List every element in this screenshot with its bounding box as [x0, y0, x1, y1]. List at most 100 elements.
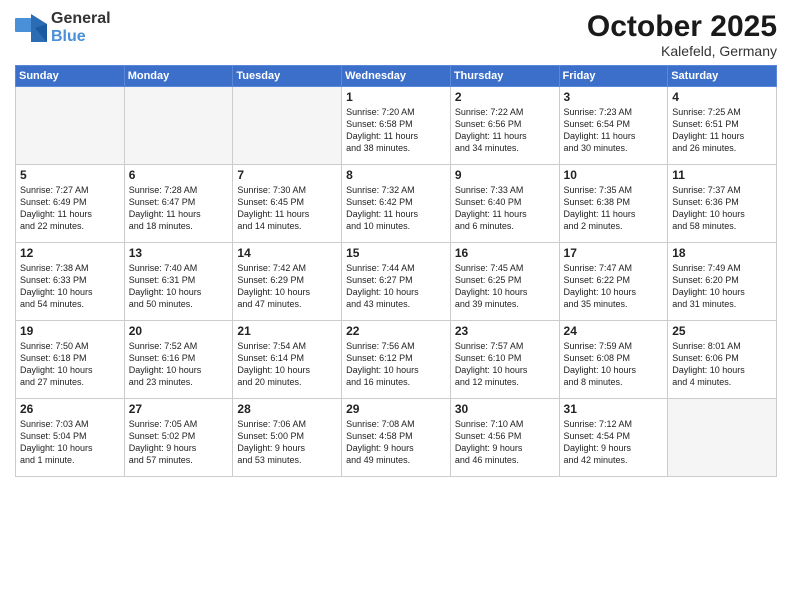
day-info: Sunrise: 7:38 AM Sunset: 6:33 PM Dayligh… [20, 262, 120, 311]
day-cell: 27Sunrise: 7:05 AM Sunset: 5:02 PM Dayli… [124, 399, 233, 477]
day-cell: 23 Sunrise: 7:57 AM Sunset: 6:10 PM Dayli… [450, 321, 559, 399]
logo: General Blue [15, 10, 111, 45]
title-block: October 2025 Kalefeld, Germany [587, 10, 777, 59]
day-number: 5 [20, 168, 120, 182]
page-container: General Blue October 2025 Kalefeld, Germ… [0, 0, 792, 612]
logo-icon [15, 14, 47, 42]
day-info: Sunrise: 7:12 AM Sunset: 4:54 PM Dayligh… [564, 418, 664, 467]
day-cell: 6Sunrise: 7:28 AM Sunset: 6:47 PM Daylig… [124, 165, 233, 243]
day-cell: 18 Sunrise: 7:49 AM Sunset: 6:20 PM Dayli… [668, 243, 777, 321]
day-number: 11 [672, 168, 772, 182]
day-cell: 16Sunrise: 7:45 AM Sunset: 6:25 PM Dayli… [450, 243, 559, 321]
day-info: Sunrise: 7:54 AM Sunset: 6:14 PM Dayligh… [237, 340, 337, 389]
day-cell: 20Sunrise: 7:52 AM Sunset: 6:16 PM Dayli… [124, 321, 233, 399]
day-cell: 14Sunrise: 7:42 AM Sunset: 6:29 PM Dayli… [233, 243, 342, 321]
day-cell: 3Sunrise: 7:23 AM Sunset: 6:54 PM Daylig… [559, 87, 668, 165]
day-cell: 15 Sunrise: 7:44 AM Sunset: 6:27 PM Dayli… [342, 243, 451, 321]
calendar-header-row: Sunday Monday Tuesday Wednesday Thursday… [16, 66, 777, 87]
day-cell: 8 Sunrise: 7:32 AM Sunset: 6:42 PM Daylig… [342, 165, 451, 243]
day-info: Sunrise: 7:23 AM Sunset: 6:54 PM Dayligh… [564, 106, 664, 155]
day-number: 22 [346, 324, 446, 338]
day-info: Sunrise: 7:49 AM Sunset: 6:20 PM Dayligh… [672, 262, 772, 311]
col-sunday: Sunday [16, 66, 125, 87]
day-info: Sunrise: 7:40 AM Sunset: 6:31 PM Dayligh… [129, 262, 229, 311]
day-info: Sunrise: 7:35 AM Sunset: 6:38 PM Dayligh… [564, 184, 664, 233]
day-number: 24 [564, 324, 664, 338]
logo-text: General Blue [51, 10, 111, 45]
day-number: 16 [455, 246, 555, 260]
calendar-table: Sunday Monday Tuesday Wednesday Thursday… [15, 65, 777, 477]
week-row-3: 12Sunrise: 7:38 AM Sunset: 6:33 PM Dayli… [16, 243, 777, 321]
day-number: 20 [129, 324, 229, 338]
day-cell [668, 399, 777, 477]
day-number: 10 [564, 168, 664, 182]
header: General Blue October 2025 Kalefeld, Germ… [15, 10, 777, 59]
day-info: Sunrise: 7:56 AM Sunset: 6:12 PM Dayligh… [346, 340, 446, 389]
day-number: 19 [20, 324, 120, 338]
day-number: 26 [20, 402, 120, 416]
day-info: Sunrise: 7:22 AM Sunset: 6:56 PM Dayligh… [455, 106, 555, 155]
day-cell [16, 87, 125, 165]
day-info: Sunrise: 7:44 AM Sunset: 6:27 PM Dayligh… [346, 262, 446, 311]
day-number: 27 [129, 402, 229, 416]
day-info: Sunrise: 7:25 AM Sunset: 6:51 PM Dayligh… [672, 106, 772, 155]
week-row-1: 1 Sunrise: 7:20 AM Sunset: 6:58 PM Daylig… [16, 87, 777, 165]
day-number: 28 [237, 402, 337, 416]
day-info: Sunrise: 7:50 AM Sunset: 6:18 PM Dayligh… [20, 340, 120, 389]
col-saturday: Saturday [668, 66, 777, 87]
day-number: 14 [237, 246, 337, 260]
day-info: Sunrise: 7:28 AM Sunset: 6:47 PM Dayligh… [129, 184, 229, 233]
week-row-4: 19 Sunrise: 7:50 AM Sunset: 6:18 PM Dayli… [16, 321, 777, 399]
day-info: Sunrise: 7:32 AM Sunset: 6:42 PM Dayligh… [346, 184, 446, 233]
day-number: 13 [129, 246, 229, 260]
day-cell [124, 87, 233, 165]
day-cell: 24 Sunrise: 7:59 AM Sunset: 6:08 PM Dayli… [559, 321, 668, 399]
col-wednesday: Wednesday [342, 66, 451, 87]
day-cell: 26 Sunrise: 7:03 AM Sunset: 5:04 PM Dayli… [16, 399, 125, 477]
week-row-5: 26 Sunrise: 7:03 AM Sunset: 5:04 PM Dayli… [16, 399, 777, 477]
day-cell: 29Sunrise: 7:08 AM Sunset: 4:58 PM Dayli… [342, 399, 451, 477]
day-number: 9 [455, 168, 555, 182]
day-number: 8 [346, 168, 446, 182]
col-friday: Friday [559, 66, 668, 87]
day-cell: 9 Sunrise: 7:33 AM Sunset: 6:40 PM Daylig… [450, 165, 559, 243]
day-info: Sunrise: 7:59 AM Sunset: 6:08 PM Dayligh… [564, 340, 664, 389]
day-info: Sunrise: 7:33 AM Sunset: 6:40 PM Dayligh… [455, 184, 555, 233]
day-number: 21 [237, 324, 337, 338]
day-number: 17 [564, 246, 664, 260]
col-thursday: Thursday [450, 66, 559, 87]
day-cell: 7 Sunrise: 7:30 AM Sunset: 6:45 PM Daylig… [233, 165, 342, 243]
day-cell [233, 87, 342, 165]
day-info: Sunrise: 7:20 AM Sunset: 6:58 PM Dayligh… [346, 106, 446, 155]
day-info: Sunrise: 7:47 AM Sunset: 6:22 PM Dayligh… [564, 262, 664, 311]
day-cell: 22 Sunrise: 7:56 AM Sunset: 6:12 PM Dayli… [342, 321, 451, 399]
day-number: 25 [672, 324, 772, 338]
day-number: 30 [455, 402, 555, 416]
month-title: October 2025 [587, 10, 777, 43]
location-subtitle: Kalefeld, Germany [587, 43, 777, 59]
day-cell: 11 Sunrise: 7:37 AM Sunset: 6:36 PM Dayli… [668, 165, 777, 243]
day-cell: 17 Sunrise: 7:47 AM Sunset: 6:22 PM Dayli… [559, 243, 668, 321]
day-cell: 19 Sunrise: 7:50 AM Sunset: 6:18 PM Dayli… [16, 321, 125, 399]
col-tuesday: Tuesday [233, 66, 342, 87]
day-info: Sunrise: 8:01 AM Sunset: 6:06 PM Dayligh… [672, 340, 772, 389]
day-cell: 5 Sunrise: 7:27 AM Sunset: 6:49 PM Daylig… [16, 165, 125, 243]
day-number: 2 [455, 90, 555, 104]
day-info: Sunrise: 7:08 AM Sunset: 4:58 PM Dayligh… [346, 418, 446, 467]
day-number: 23 [455, 324, 555, 338]
day-info: Sunrise: 7:03 AM Sunset: 5:04 PM Dayligh… [20, 418, 120, 467]
day-number: 31 [564, 402, 664, 416]
day-info: Sunrise: 7:37 AM Sunset: 6:36 PM Dayligh… [672, 184, 772, 233]
day-info: Sunrise: 7:27 AM Sunset: 6:49 PM Dayligh… [20, 184, 120, 233]
day-cell: 30 Sunrise: 7:10 AM Sunset: 4:56 PM Dayli… [450, 399, 559, 477]
day-info: Sunrise: 7:06 AM Sunset: 5:00 PM Dayligh… [237, 418, 337, 467]
day-info: Sunrise: 7:30 AM Sunset: 6:45 PM Dayligh… [237, 184, 337, 233]
day-info: Sunrise: 7:57 AM Sunset: 6:10 PM Dayligh… [455, 340, 555, 389]
day-number: 15 [346, 246, 446, 260]
day-number: 7 [237, 168, 337, 182]
week-row-2: 5 Sunrise: 7:27 AM Sunset: 6:49 PM Daylig… [16, 165, 777, 243]
day-info: Sunrise: 7:10 AM Sunset: 4:56 PM Dayligh… [455, 418, 555, 467]
day-number: 18 [672, 246, 772, 260]
day-number: 1 [346, 90, 446, 104]
day-number: 4 [672, 90, 772, 104]
